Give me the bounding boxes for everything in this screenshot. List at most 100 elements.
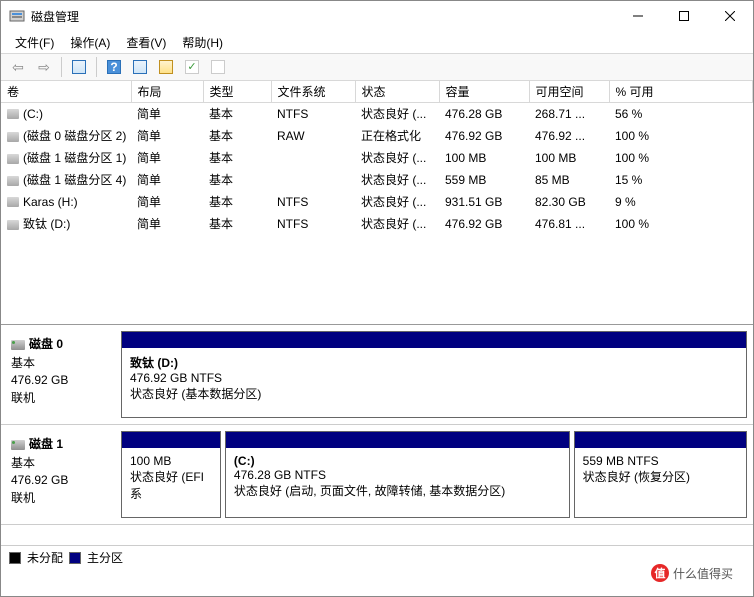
cell-fs: NTFS bbox=[271, 213, 355, 235]
partition[interactable]: 559 MB NTFS 状态良好 (恢复分区) bbox=[574, 431, 747, 518]
disk-label[interactable]: 磁盘 1 基本 476.92 GB 联机 bbox=[7, 431, 115, 518]
col-filesystem[interactable]: 文件系统 bbox=[271, 81, 355, 103]
toolbar-btn-3[interactable] bbox=[155, 56, 177, 78]
arrow-left-icon: ⇦ bbox=[12, 59, 24, 76]
toolbar-btn-4[interactable] bbox=[181, 56, 203, 78]
cell-free: 82.30 GB bbox=[529, 191, 609, 213]
window-controls bbox=[615, 1, 753, 31]
cell-capacity: 931.51 GB bbox=[439, 191, 529, 213]
cell-free: 476.92 ... bbox=[529, 125, 609, 147]
minimize-button[interactable] bbox=[615, 1, 661, 31]
volume-list[interactable]: 卷 布局 类型 文件系统 状态 容量 可用空间 % 可用 (C:) 简单 基本 … bbox=[1, 81, 753, 325]
table-row[interactable]: Karas (H:) 简单 基本 NTFS 状态良好 (... 931.51 G… bbox=[1, 191, 753, 213]
disk-type: 基本 bbox=[11, 354, 111, 371]
partition-bar bbox=[122, 332, 746, 348]
legend-unallocated-swatch bbox=[9, 552, 21, 564]
help-button[interactable]: ? bbox=[103, 56, 125, 78]
cell-type: 基本 bbox=[203, 125, 271, 147]
close-button[interactable] bbox=[707, 1, 753, 31]
disk-icon bbox=[11, 340, 25, 350]
cell-status: 状态良好 (... bbox=[355, 169, 439, 191]
cell-capacity: 476.28 GB bbox=[439, 103, 529, 125]
toolbar-separator bbox=[96, 57, 97, 77]
cell-status: 状态良好 (... bbox=[355, 191, 439, 213]
partition-size: 476.92 GB NTFS bbox=[130, 371, 738, 385]
cell-type: 基本 bbox=[203, 147, 271, 169]
partition-status: 状态良好 (基本数据分区) bbox=[130, 385, 738, 402]
watermark: 值 什么值得买 bbox=[637, 556, 747, 590]
cell-layout: 简单 bbox=[131, 169, 203, 191]
col-free[interactable]: 可用空间 bbox=[529, 81, 609, 103]
cell-layout: 简单 bbox=[131, 147, 203, 169]
disk-partitions: 致钛 (D:) 476.92 GB NTFS 状态良好 (基本数据分区) bbox=[121, 331, 747, 418]
cell-fs bbox=[271, 147, 355, 169]
menu-view[interactable]: 查看(V) bbox=[120, 32, 172, 53]
disk-row: 磁盘 1 基本 476.92 GB 联机 100 MB 状态良好 (EFI 系 … bbox=[1, 425, 753, 525]
watermark-icon: 值 bbox=[651, 564, 669, 582]
partition-status: 状态良好 (启动, 页面文件, 故障转储, 基本数据分区) bbox=[234, 482, 561, 499]
col-status[interactable]: 状态 bbox=[355, 81, 439, 103]
table-row[interactable]: (磁盘 1 磁盘分区 4) 简单 基本 状态良好 (... 559 MB 85 … bbox=[1, 169, 753, 191]
cell-type: 基本 bbox=[203, 191, 271, 213]
toolbar-separator bbox=[61, 57, 62, 77]
cell-status: 状态良好 (... bbox=[355, 213, 439, 235]
table-row[interactable]: (磁盘 1 磁盘分区 1) 简单 基本 状态良好 (... 100 MB 100… bbox=[1, 147, 753, 169]
disk-diagram-area[interactable]: 磁盘 0 基本 476.92 GB 联机 致钛 (D:) 476.92 GB N… bbox=[1, 325, 753, 545]
partition-size: 476.28 GB NTFS bbox=[234, 468, 561, 482]
cell-status: 状态良好 (... bbox=[355, 147, 439, 169]
table-header-row: 卷 布局 类型 文件系统 状态 容量 可用空间 % 可用 bbox=[1, 81, 753, 103]
partition-size: 100 MB bbox=[130, 454, 212, 468]
cell-fs bbox=[271, 169, 355, 191]
cell-capacity: 476.92 GB bbox=[439, 125, 529, 147]
menu-help[interactable]: 帮助(H) bbox=[176, 32, 229, 53]
disk-label[interactable]: 磁盘 0 基本 476.92 GB 联机 bbox=[7, 331, 115, 418]
volume-name: (磁盘 1 磁盘分区 1) bbox=[23, 151, 126, 165]
cell-status: 正在格式化 bbox=[355, 125, 439, 147]
col-capacity[interactable]: 容量 bbox=[439, 81, 529, 103]
col-volume[interactable]: 卷 bbox=[1, 81, 131, 103]
check-icon bbox=[185, 60, 199, 74]
col-layout[interactable]: 布局 bbox=[131, 81, 203, 103]
back-button[interactable]: ⇦ bbox=[7, 56, 29, 78]
menu-file[interactable]: 文件(F) bbox=[9, 32, 60, 53]
partition-bar bbox=[226, 432, 569, 448]
table-row[interactable]: (磁盘 0 磁盘分区 2) 简单 基本 RAW 正在格式化 476.92 GB … bbox=[1, 125, 753, 147]
volume-name: (磁盘 1 磁盘分区 4) bbox=[23, 173, 126, 187]
disk-row: 磁盘 0 基本 476.92 GB 联机 致钛 (D:) 476.92 GB N… bbox=[1, 325, 753, 425]
menu-action[interactable]: 操作(A) bbox=[64, 32, 116, 53]
volume-icon bbox=[7, 154, 19, 164]
disk-size: 476.92 GB bbox=[11, 473, 111, 487]
cell-percent: 100 % bbox=[609, 147, 753, 169]
cell-fs: RAW bbox=[271, 125, 355, 147]
toolbar-btn-5[interactable] bbox=[207, 56, 229, 78]
maximize-button[interactable] bbox=[661, 1, 707, 31]
table-row[interactable]: 致钛 (D:) 简单 基本 NTFS 状态良好 (... 476.92 GB 4… bbox=[1, 213, 753, 235]
cell-capacity: 100 MB bbox=[439, 147, 529, 169]
col-percent[interactable]: % 可用 bbox=[609, 81, 753, 103]
partition[interactable]: 100 MB 状态良好 (EFI 系 bbox=[121, 431, 221, 518]
partition-size: 559 MB NTFS bbox=[583, 454, 738, 468]
forward-button[interactable]: ⇨ bbox=[33, 56, 55, 78]
cell-layout: 简单 bbox=[131, 125, 203, 147]
partition[interactable]: (C:) 476.28 GB NTFS 状态良好 (启动, 页面文件, 故障转储… bbox=[225, 431, 570, 518]
cell-free: 100 MB bbox=[529, 147, 609, 169]
disk-size: 476.92 GB bbox=[11, 373, 111, 387]
cell-percent: 100 % bbox=[609, 125, 753, 147]
toolbar-btn-2[interactable] bbox=[129, 56, 151, 78]
table-row[interactable]: (C:) 简单 基本 NTFS 状态良好 (... 476.28 GB 268.… bbox=[1, 103, 753, 125]
disk-name: 磁盘 1 bbox=[29, 437, 63, 451]
volume-icon bbox=[7, 132, 19, 142]
toolbar: ⇦ ⇨ ? bbox=[1, 53, 753, 81]
partition[interactable]: 致钛 (D:) 476.92 GB NTFS 状态良好 (基本数据分区) bbox=[121, 331, 747, 418]
cell-status: 状态良好 (... bbox=[355, 103, 439, 125]
cell-capacity: 559 MB bbox=[439, 169, 529, 191]
menu-bar: 文件(F) 操作(A) 查看(V) 帮助(H) bbox=[1, 31, 753, 53]
col-type[interactable]: 类型 bbox=[203, 81, 271, 103]
legend-unallocated-label: 未分配 bbox=[27, 549, 63, 566]
toolbar-btn-1[interactable] bbox=[68, 56, 90, 78]
volume-name: 致钛 (D:) bbox=[23, 217, 70, 231]
cell-percent: 9 % bbox=[609, 191, 753, 213]
cell-percent: 100 % bbox=[609, 213, 753, 235]
cell-layout: 简单 bbox=[131, 191, 203, 213]
cell-free: 268.71 ... bbox=[529, 103, 609, 125]
